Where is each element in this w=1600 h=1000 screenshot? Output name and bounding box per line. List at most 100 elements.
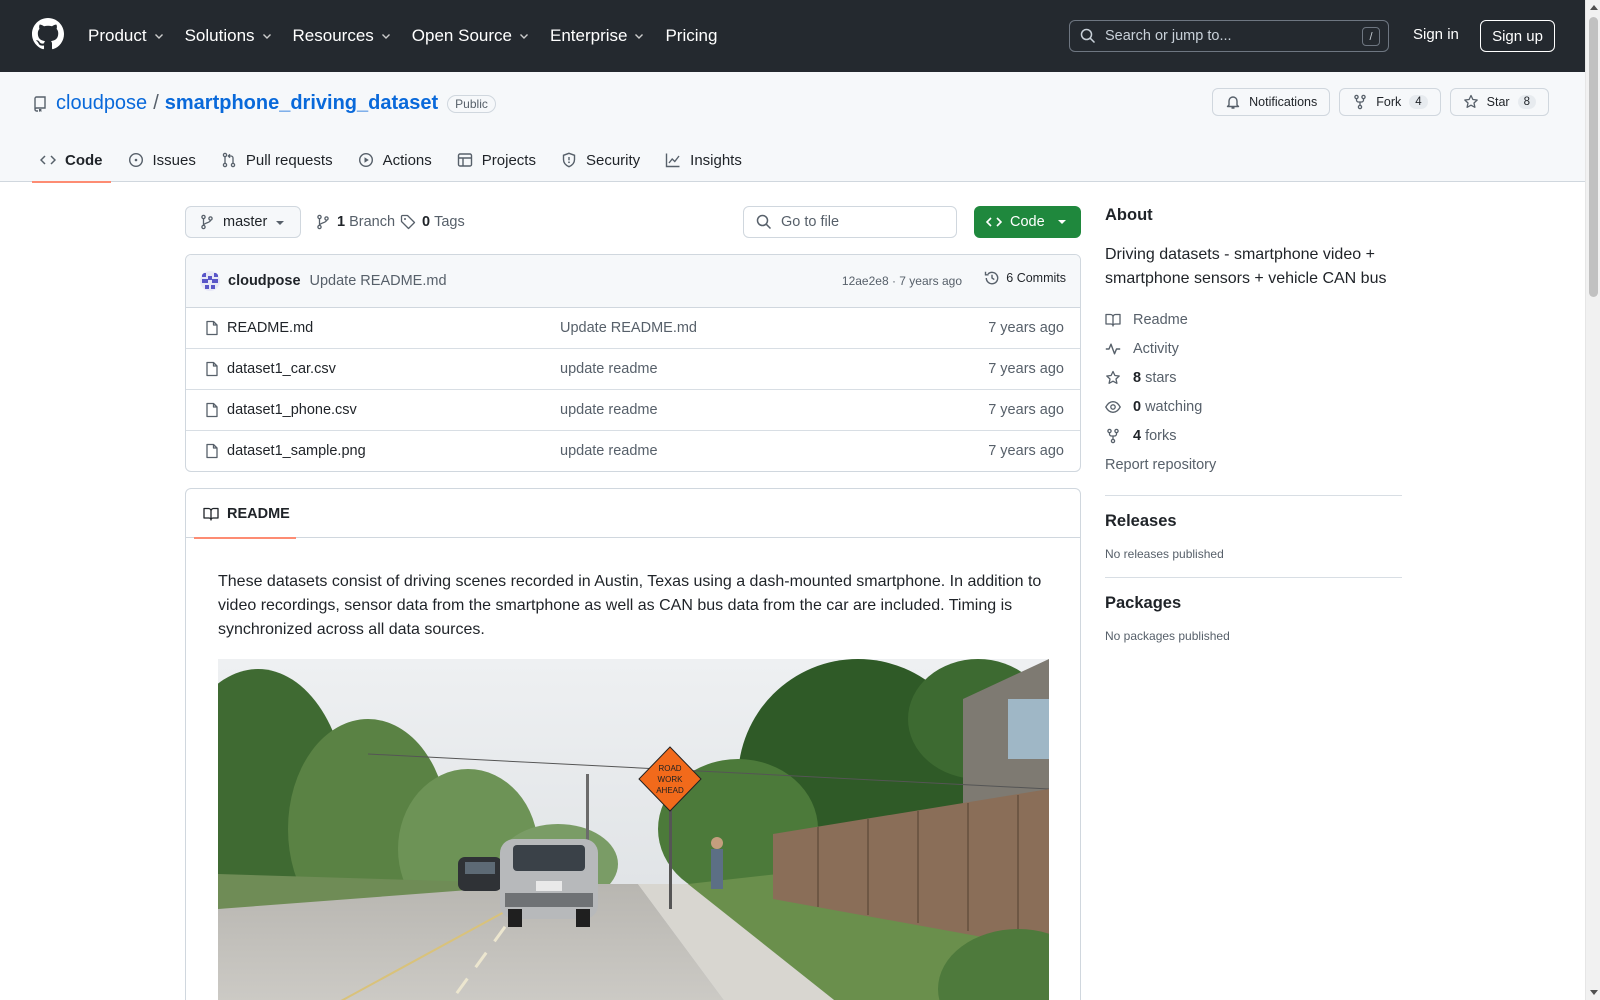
tab-actions[interactable]: Actions (350, 138, 440, 182)
star-button[interactable]: Star 8 (1449, 88, 1549, 116)
sign-in-link[interactable]: Sign in (1413, 26, 1459, 43)
commits-history-link[interactable]: 6 Commits (984, 270, 1066, 286)
branch-count: 1 (337, 214, 346, 230)
page-scrollbar[interactable] (1585, 0, 1600, 1000)
graph-icon (665, 153, 680, 168)
about-links: Readme Activity 8 stars 0 watching 4 for… (1105, 305, 1402, 479)
nav-label: Open Source (411, 26, 512, 45)
file-icon (206, 443, 218, 459)
tab-label: Insights (690, 151, 742, 169)
tags-link[interactable]: 0 Tags (400, 206, 465, 238)
file-icon (206, 361, 218, 377)
star-icon (1106, 370, 1120, 384)
file-age: 7 years ago (988, 320, 1064, 336)
commit-message-link[interactable]: Update README.md (310, 273, 447, 289)
repo-separator: / (153, 92, 159, 114)
star-icon (1463, 94, 1478, 108)
file-name-link[interactable]: dataset1_car.csv (227, 361, 336, 377)
tab-projects[interactable]: Projects (449, 138, 544, 182)
watching-link[interactable]: 0 watching (1105, 392, 1402, 421)
nav-resources[interactable]: Resources (293, 26, 392, 46)
tag-count: 0 (422, 214, 431, 230)
forks-count: 4 (1133, 427, 1142, 444)
branch-name: master (223, 214, 268, 230)
pulse-icon (1105, 343, 1121, 354)
fork-icon (1107, 428, 1119, 443)
scroll-down-arrow-icon[interactable] (1590, 990, 1598, 995)
file-commit-message[interactable]: update readme (560, 361, 658, 377)
branch-select-button[interactable]: master (185, 206, 301, 238)
packages-note: No packages published (1105, 629, 1230, 643)
file-commit-message[interactable]: Update README.md (560, 320, 697, 336)
github-logo-icon[interactable] (32, 18, 64, 50)
sign-text-line: ROAD (658, 764, 681, 773)
activity-link[interactable]: Activity (1105, 334, 1402, 363)
history-icon (985, 271, 999, 285)
file-name-link[interactable]: dataset1_sample.png (227, 443, 366, 459)
commit-hash-age[interactable]: 12ae2e8 · 7 years ago (842, 274, 962, 288)
commit-author-link[interactable]: cloudpose (228, 273, 301, 289)
readme-link[interactable]: Readme (1105, 305, 1402, 334)
tab-label: Projects (481, 151, 536, 169)
notifications-button[interactable]: Notifications (1212, 88, 1331, 116)
forks-link[interactable]: 4 forks (1105, 421, 1402, 450)
repo-owner-link[interactable]: cloudpose (56, 92, 147, 115)
chevron-down-icon (154, 34, 163, 39)
fork-button[interactable]: Fork 4 (1339, 88, 1441, 116)
stars-link[interactable]: 8 stars (1105, 363, 1402, 392)
readme-link-label: Readme (1133, 311, 1188, 328)
go-to-file-input[interactable]: Go to file (743, 206, 957, 238)
scrollbar-thumb[interactable] (1589, 17, 1598, 297)
tab-code[interactable]: Code (32, 138, 111, 183)
file-row[interactable]: dataset1_car.csv update readme 7 years a… (186, 349, 1080, 390)
file-commit-message[interactable]: update readme (560, 443, 658, 459)
nav-pricing[interactable]: Pricing (665, 26, 717, 46)
watching-count: 0 (1133, 398, 1142, 415)
tab-security[interactable]: Security (553, 138, 648, 182)
nav-product[interactable]: Product (88, 26, 165, 46)
star-counter: 8 (1517, 95, 1536, 109)
eye-icon (1105, 400, 1121, 413)
tab-label: Issues (152, 151, 196, 169)
file-row[interactable]: dataset1_phone.csv update readme 7 years… (186, 390, 1080, 431)
shield-icon (562, 152, 576, 168)
visibility-badge: Public (447, 94, 496, 113)
scroll-up-arrow-icon[interactable] (1590, 5, 1598, 10)
about-description: Driving datasets - smartphone video + sm… (1105, 246, 1387, 287)
nav-open-source[interactable]: Open Source (412, 26, 530, 46)
report-repository-link[interactable]: Report repository (1105, 450, 1402, 479)
watching-label: watching (1145, 398, 1203, 415)
tag-label: Tags (434, 214, 465, 230)
chevron-down-icon (381, 34, 390, 39)
branch-icon (201, 214, 213, 230)
bell-icon (1226, 96, 1240, 109)
file-list: cloudpose Update README.md 12ae2e8 · 7 y… (185, 254, 1081, 472)
file-name-link[interactable]: dataset1_phone.csv (227, 402, 357, 418)
file-row[interactable]: dataset1_sample.png update readme 7 year… (186, 431, 1080, 471)
packages-heading[interactable]: Packages (1105, 594, 1402, 613)
branch-icon (317, 214, 329, 230)
repo-title: cloudpose / smartphone_driving_dataset P… (32, 92, 496, 115)
tab-insights[interactable]: Insights (657, 138, 750, 182)
nav-label: Pricing (665, 26, 718, 45)
branches-link[interactable]: 1 Branch (315, 206, 395, 238)
notifications-label: Notifications (1249, 95, 1318, 109)
file-name-link[interactable]: README.md (227, 320, 313, 336)
file-row[interactable]: README.md Update README.md 7 years ago (186, 308, 1080, 349)
tab-label: Security (585, 151, 641, 169)
tab-pull-requests[interactable]: Pull requests (213, 138, 341, 182)
global-search-input[interactable]: Search or jump to... / (1069, 20, 1389, 52)
divider (1105, 495, 1402, 496)
repo-name-link[interactable]: smartphone_driving_dataset (165, 92, 438, 115)
nav-enterprise[interactable]: Enterprise (550, 26, 645, 46)
file-commit-message[interactable]: update readme (560, 402, 658, 418)
avatar[interactable] (200, 271, 220, 291)
code-button[interactable]: Code (974, 206, 1081, 238)
star-label: Star (1486, 95, 1510, 109)
releases-heading[interactable]: Releases (1105, 512, 1402, 531)
sign-up-button[interactable]: Sign up (1480, 20, 1555, 52)
readme-tab[interactable]: README (194, 489, 296, 539)
tab-issues[interactable]: Issues (120, 138, 204, 182)
global-nav: Product Solutions Resources Open Source … (88, 0, 737, 72)
nav-solutions[interactable]: Solutions (185, 26, 273, 46)
